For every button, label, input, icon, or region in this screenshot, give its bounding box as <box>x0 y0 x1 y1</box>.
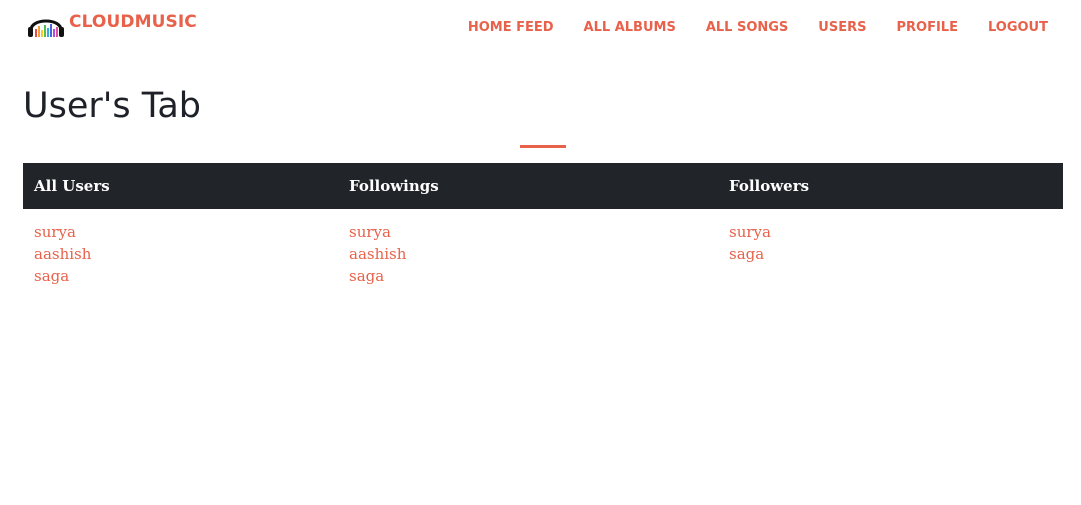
follower-link[interactable]: surya <box>729 221 771 243</box>
user-link[interactable]: aashish <box>34 243 91 265</box>
nav-all-songs[interactable]: ALL SONGS <box>706 20 788 35</box>
following-link[interactable]: saga <box>349 265 406 287</box>
table-body: surya aashish saga surya aashish saga su… <box>23 209 1063 299</box>
header-all-users: All Users <box>34 177 110 195</box>
all-users-list: surya aashish saga <box>34 221 91 287</box>
followers-list: surya saga <box>729 221 771 265</box>
nav-all-albums[interactable]: ALL ALBUMS <box>584 20 676 35</box>
users-table: All Users Followings Followers surya aas… <box>23 163 1063 299</box>
followings-list: surya aashish saga <box>349 221 406 287</box>
header-followers: Followers <box>729 177 810 195</box>
navbar: CLOUDMUSIC HOME FEED ALL ALBUMS ALL SONG… <box>0 0 1081 56</box>
following-link[interactable]: surya <box>349 221 406 243</box>
user-link[interactable]: saga <box>34 265 91 287</box>
user-link[interactable]: surya <box>34 221 91 243</box>
header-followings: Followings <box>349 177 439 195</box>
page-title: User's Tab <box>23 86 202 126</box>
title-divider <box>520 145 566 148</box>
nav-links: HOME FEED ALL ALBUMS ALL SONGS USERS PRO… <box>468 20 1048 35</box>
table-header: All Users Followings Followers <box>23 163 1063 209</box>
brand-link[interactable]: CLOUDMUSIC <box>27 12 197 40</box>
nav-users[interactable]: USERS <box>818 20 866 35</box>
nav-home-feed[interactable]: HOME FEED <box>468 20 554 35</box>
follower-link[interactable]: saga <box>729 243 771 265</box>
brand-name: CLOUDMUSIC <box>69 12 197 32</box>
following-link[interactable]: aashish <box>349 243 406 265</box>
nav-profile[interactable]: PROFILE <box>896 20 957 35</box>
nav-logout[interactable]: LOGOUT <box>988 20 1048 35</box>
headphones-equalizer-icon <box>28 19 64 37</box>
